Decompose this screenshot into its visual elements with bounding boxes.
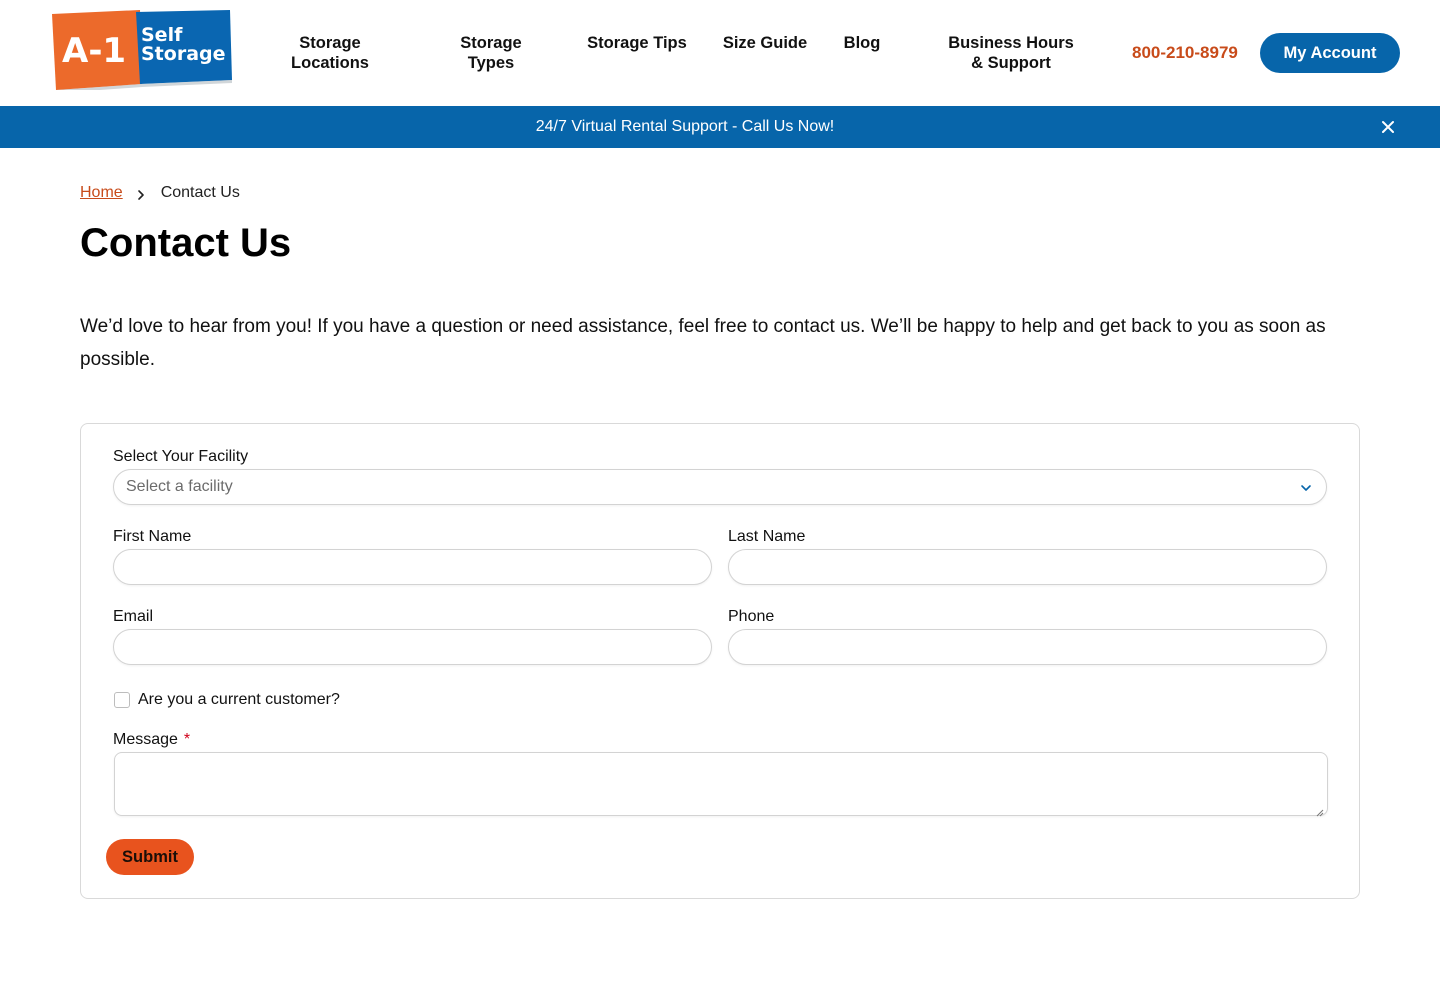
nav-storage-types[interactable]: Storage Types (451, 33, 531, 73)
banner-text[interactable]: 24/7 Virtual Rental Support - Call Us No… (0, 106, 1370, 148)
message-label: Message * (113, 730, 190, 750)
close-icon[interactable] (1378, 117, 1398, 137)
nav-label-line1: Storage (299, 34, 361, 52)
last-name-field-wrap (728, 549, 1327, 585)
required-asterisk: * (183, 731, 191, 748)
nav-blog[interactable]: Blog (838, 33, 886, 53)
message-textarea[interactable] (115, 753, 1327, 815)
first-name-label: First Name (113, 528, 192, 545)
nav-storage-locations[interactable]: Storage Locations (285, 33, 375, 73)
logo-a1-text: A-1 (62, 31, 126, 71)
phone-link[interactable]: 800-210-8979 (1132, 42, 1238, 64)
nav-storage-tips[interactable]: Storage Tips (582, 33, 692, 53)
email-label: Email (113, 608, 154, 625)
last-name-label: Last Name (728, 528, 806, 545)
support-banner: 24/7 Virtual Rental Support - Call Us No… (0, 106, 1440, 148)
nav-label-line2: Types (467, 54, 515, 72)
phone-input[interactable] (729, 630, 1326, 664)
a1-self-storage-logo[interactable]: A-1 Self Storage (52, 10, 234, 90)
my-account-button[interactable]: My Account (1260, 33, 1400, 73)
nav-label-line2: & Support (971, 54, 1051, 72)
chevron-right-icon (135, 187, 147, 200)
facility-label: Select Your Facility (113, 448, 249, 465)
nav-label-line1: Blog (843, 34, 881, 52)
nav-label-line2: Locations (291, 54, 369, 72)
first-name-input[interactable] (114, 550, 711, 584)
breadcrumb-home-link[interactable]: Home (80, 183, 123, 203)
first-name-field-wrap (113, 549, 712, 585)
logo-storage-text: Storage (141, 43, 226, 65)
email-field-wrap (113, 629, 712, 665)
submit-button[interactable]: Submit (106, 839, 194, 875)
contact-form: Select Your Facility Select a facility F… (80, 423, 1360, 899)
nav-label-line1: Business Hours (948, 34, 1074, 52)
current-customer-label[interactable]: Are you a current customer? (138, 690, 340, 710)
nav-business-hours-support[interactable]: Business Hours & Support (946, 33, 1076, 73)
nav-size-guide[interactable]: Size Guide (720, 33, 810, 53)
breadcrumb-current: Contact Us (160, 184, 240, 201)
current-customer-checkbox[interactable] (114, 692, 130, 708)
resize-handle-icon[interactable] (1316, 804, 1324, 817)
facility-select[interactable]: Select a facility (113, 469, 1327, 505)
breadcrumb: Home Contact Us (80, 183, 240, 203)
intro-text: We’d love to hear from you! If you have … (80, 316, 1326, 370)
nav-label-line1: Size Guide (722, 34, 808, 52)
logo-graphic: A-1 Self Storage (52, 10, 232, 90)
site-header: A-1 Self Storage Storage Locations Stora… (0, 0, 1440, 106)
chevron-down-icon (1300, 481, 1312, 493)
nav-label-line1: Storage (460, 34, 522, 52)
facility-select-placeholder: Select a facility (126, 478, 233, 495)
page-title: Contact Us (80, 221, 292, 265)
message-label-text: Message (113, 731, 178, 748)
phone-label: Phone (728, 608, 775, 625)
message-field-wrap (114, 752, 1328, 817)
nav-label-line1: Storage Tips (587, 34, 687, 52)
last-name-input[interactable] (729, 550, 1326, 584)
phone-field-wrap (728, 629, 1327, 665)
email-input[interactable] (114, 630, 711, 664)
